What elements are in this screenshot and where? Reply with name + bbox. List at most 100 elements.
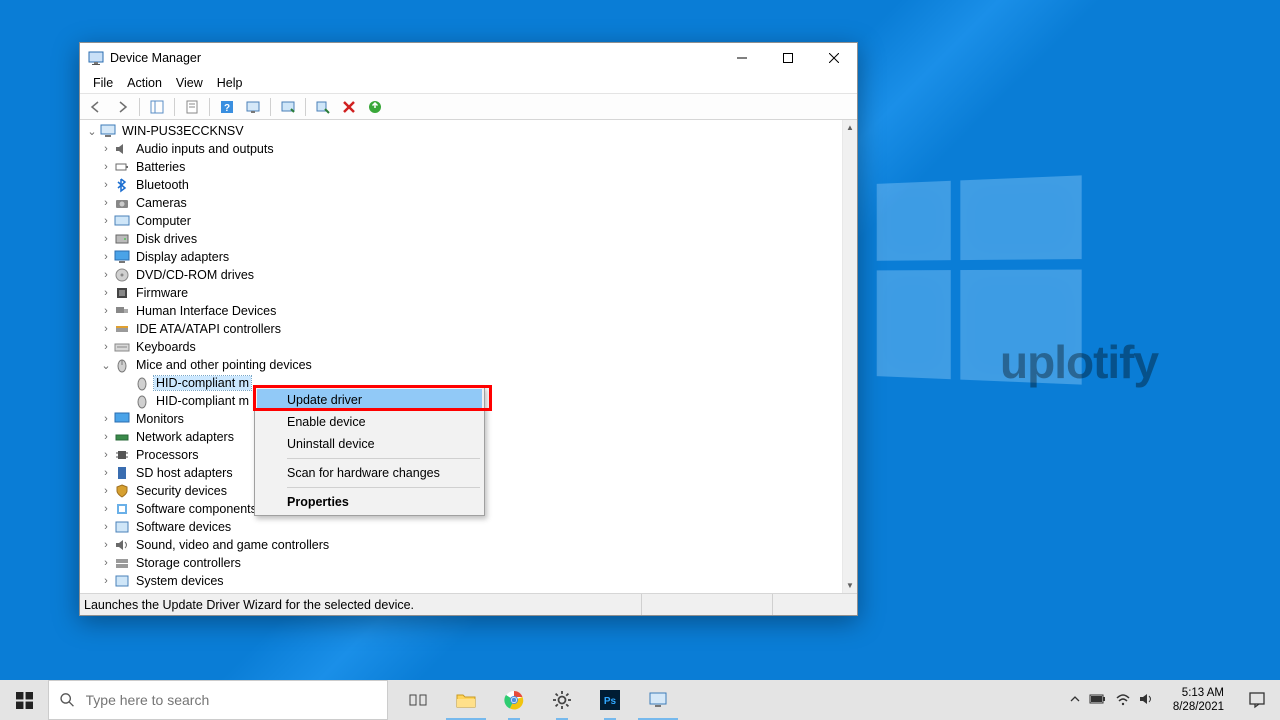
- start-button[interactable]: [0, 680, 48, 720]
- menu-help[interactable]: Help: [210, 74, 250, 92]
- tray-battery-icon[interactable]: [1089, 693, 1107, 708]
- minimize-button[interactable]: [719, 43, 765, 73]
- tree-node[interactable]: ›Computer: [86, 212, 842, 230]
- chevron-right-icon[interactable]: ›: [100, 503, 112, 515]
- tray-wifi-icon[interactable]: [1115, 692, 1131, 709]
- separator: [287, 458, 480, 459]
- scroll-down-icon[interactable]: ▼: [846, 578, 854, 593]
- chrome-button[interactable]: [490, 680, 538, 720]
- menu-file[interactable]: File: [86, 74, 120, 92]
- menu-action[interactable]: Action: [120, 74, 169, 92]
- svg-text:?: ?: [224, 103, 230, 114]
- enable-device-button[interactable]: [311, 96, 335, 118]
- ctx-uninstall-device[interactable]: Uninstall device: [257, 433, 482, 455]
- chevron-right-icon[interactable]: ›: [100, 251, 112, 263]
- chevron-right-icon[interactable]: ›: [100, 323, 112, 335]
- security-icon: [114, 483, 130, 499]
- search-input[interactable]: [86, 692, 378, 708]
- chevron-right-icon[interactable]: ›: [100, 233, 112, 245]
- uninstall-device-button[interactable]: [337, 96, 361, 118]
- device-tree[interactable]: ⌄WIN-PUS3ECCKNSV ›Audio inputs and outpu…: [80, 120, 842, 593]
- chevron-down-icon[interactable]: ⌄: [86, 125, 98, 138]
- menubar: File Action View Help: [80, 73, 857, 93]
- chevron-right-icon[interactable]: ›: [100, 521, 112, 533]
- tray-volume-icon[interactable]: [1139, 692, 1155, 709]
- tray-chevron-icon[interactable]: [1069, 693, 1081, 708]
- forward-button[interactable]: [110, 96, 134, 118]
- chevron-right-icon[interactable]: ›: [100, 341, 112, 353]
- tree-node[interactable]: ›Human Interface Devices: [86, 302, 842, 320]
- display-icon: [114, 249, 130, 265]
- ctx-enable-device[interactable]: Enable device: [257, 411, 482, 433]
- chevron-right-icon[interactable]: ›: [100, 539, 112, 551]
- network-icon: [114, 429, 130, 445]
- chevron-right-icon[interactable]: ›: [100, 449, 112, 461]
- chevron-right-icon[interactable]: ›: [100, 179, 112, 191]
- tree-node[interactable]: ›Disk drives: [86, 230, 842, 248]
- device-manager-taskbar-button[interactable]: [634, 680, 682, 720]
- scroll-up-icon[interactable]: ▲: [846, 120, 854, 135]
- tree-node[interactable]: ›Audio inputs and outputs: [86, 140, 842, 158]
- help-button[interactable]: ?: [215, 96, 239, 118]
- clock-date: 8/28/2021: [1173, 700, 1224, 714]
- tree-node[interactable]: ›DVD/CD-ROM drives: [86, 266, 842, 284]
- tree-node[interactable]: ›Storage controllers: [86, 554, 842, 572]
- ctx-properties[interactable]: Properties: [257, 491, 482, 513]
- keyboard-icon: [114, 339, 130, 355]
- ctx-scan-hardware[interactable]: Scan for hardware changes: [257, 462, 482, 484]
- tree-node[interactable]: ›IDE ATA/ATAPI controllers: [86, 320, 842, 338]
- context-menu: Update driver Enable device Uninstall de…: [254, 386, 485, 516]
- file-explorer-button[interactable]: [442, 680, 490, 720]
- show-hide-tree-button[interactable]: [145, 96, 169, 118]
- system-icon: [114, 573, 130, 589]
- chevron-down-icon[interactable]: ⌄: [100, 359, 112, 372]
- tree-node[interactable]: ›Batteries: [86, 158, 842, 176]
- chevron-right-icon[interactable]: ›: [100, 575, 112, 587]
- tree-root[interactable]: ⌄WIN-PUS3ECCKNSV: [86, 122, 842, 140]
- photoshop-button[interactable]: Ps: [586, 680, 634, 720]
- chevron-right-icon[interactable]: ›: [100, 269, 112, 281]
- ctx-update-driver[interactable]: Update driver: [257, 389, 482, 411]
- tree-node[interactable]: ›Display adapters: [86, 248, 842, 266]
- chevron-right-icon[interactable]: ›: [100, 143, 112, 155]
- properties-button[interactable]: [180, 96, 204, 118]
- maximize-button[interactable]: [765, 43, 811, 73]
- window-title: Device Manager: [110, 51, 719, 65]
- tree-node[interactable]: ›Keyboards: [86, 338, 842, 356]
- chevron-right-icon[interactable]: ›: [100, 197, 112, 209]
- device-manager-window: Device Manager File Action View Help ? ⌄…: [79, 42, 858, 616]
- chevron-right-icon[interactable]: ›: [100, 485, 112, 497]
- software-icon: [114, 501, 130, 517]
- scan-hardware-button[interactable]: [241, 96, 265, 118]
- chevron-right-icon[interactable]: ›: [100, 215, 112, 227]
- chevron-right-icon[interactable]: ›: [100, 413, 112, 425]
- chevron-right-icon[interactable]: ›: [100, 431, 112, 443]
- settings-button[interactable]: [538, 680, 586, 720]
- tree-node[interactable]: ›Cameras: [86, 194, 842, 212]
- close-button[interactable]: [811, 43, 857, 73]
- back-button[interactable]: [84, 96, 108, 118]
- taskbar-search[interactable]: [48, 680, 388, 720]
- titlebar[interactable]: Device Manager: [80, 43, 857, 73]
- chevron-right-icon[interactable]: ›: [100, 467, 112, 479]
- tree-node[interactable]: ›Software devices: [86, 518, 842, 536]
- menu-view[interactable]: View: [169, 74, 210, 92]
- tree-node-mice[interactable]: ⌄Mice and other pointing devices: [86, 356, 842, 374]
- tree-node[interactable]: ›System devices: [86, 572, 842, 590]
- chevron-right-icon[interactable]: ›: [100, 287, 112, 299]
- add-legacy-hardware-button[interactable]: [363, 96, 387, 118]
- vertical-scrollbar[interactable]: ▲ ▼: [842, 120, 857, 593]
- tree-node[interactable]: ›Firmware: [86, 284, 842, 302]
- action-center-button[interactable]: [1238, 681, 1276, 719]
- app-icon: [88, 50, 104, 66]
- sound-icon: [114, 537, 130, 553]
- tree-node[interactable]: ›Bluetooth: [86, 176, 842, 194]
- chevron-right-icon[interactable]: ›: [100, 161, 112, 173]
- taskbar-clock[interactable]: 5:13 AM 8/28/2021: [1165, 686, 1232, 714]
- chevron-right-icon[interactable]: ›: [100, 557, 112, 569]
- system-tray: 5:13 AM 8/28/2021: [1065, 680, 1280, 720]
- task-view-button[interactable]: [394, 680, 442, 720]
- chevron-right-icon[interactable]: ›: [100, 305, 112, 317]
- tree-node[interactable]: ›Sound, video and game controllers: [86, 536, 842, 554]
- update-driver-button[interactable]: [276, 96, 300, 118]
